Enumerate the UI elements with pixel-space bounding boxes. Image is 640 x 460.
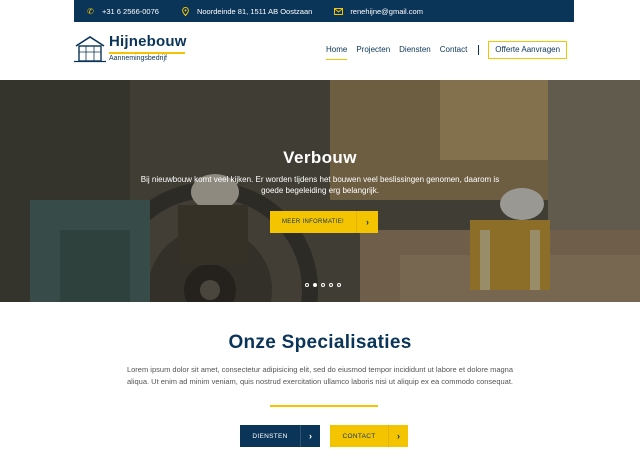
house-logo-icon [74, 36, 106, 63]
address-text: Noordeinde 81, 1511 AB Oostzaan [196, 6, 313, 16]
phone-icon: ✆ [87, 6, 94, 16]
slider-dot-3[interactable] [321, 283, 325, 287]
top-contact-bar: ✆ +31 6 2566-0076 Noordeinde 81, 1511 AB… [0, 0, 640, 22]
email-address[interactable]: renehijne@gmail.com [350, 7, 423, 16]
chevron-right-icon: › [300, 425, 320, 447]
logo-subtitle: Aannemingsbedrijf [109, 55, 167, 62]
nav-contact[interactable]: Contact [440, 41, 468, 59]
map-pin-icon [181, 6, 190, 16]
contact-button-label: CONTACT [342, 432, 376, 440]
section-divider [270, 405, 378, 407]
logo-underline [109, 52, 185, 54]
contact-button[interactable]: CONTACT › [330, 425, 408, 447]
nav-diensten[interactable]: Diensten [399, 41, 431, 59]
email-contact[interactable]: renehijne@gmail.com [334, 7, 423, 16]
address-contact: Noordeinde 81, 1511 AB Oostzaan [181, 6, 313, 16]
main-nav: Home Projecten Diensten Contact Offerte … [326, 41, 568, 60]
section-buttons: DIENSTEN › CONTACT › [240, 425, 418, 447]
phone-number[interactable]: +31 6 2566-0076 [102, 7, 159, 16]
section-title: Onze Specialisaties [228, 332, 412, 353]
nav-projecten[interactable]: Projecten [356, 41, 390, 59]
slider-dot-2[interactable] [313, 283, 317, 287]
slider-dot-1[interactable] [305, 283, 309, 287]
envelope-icon [334, 7, 344, 15]
phone-contact[interactable]: ✆ +31 6 2566-0076 [86, 7, 159, 16]
hero-slider[interactable]: Verbouw Bij nieuwbouw komt veel kijken. … [0, 80, 640, 302]
section-description: Lorem ipsum dolor sit amet, consectetur … [126, 365, 514, 386]
site-header: Hijnebouw Aannemingsbedrijf Home Project… [0, 22, 640, 80]
slider-dot-4[interactable] [329, 283, 333, 287]
slider-dots [305, 283, 345, 287]
chevron-right-icon: › [388, 425, 408, 447]
chevron-right-icon: › [356, 211, 378, 233]
diensten-button[interactable]: DIENSTEN › [240, 425, 320, 447]
hero-description: Bij nieuwbouw komt veel kijken. Er worde… [140, 175, 500, 195]
meer-informatie-button[interactable]: MEER INFORMATIE! › [270, 211, 378, 233]
logo[interactable]: Hijnebouw Aannemingsbedrijf [74, 32, 204, 68]
meer-informatie-label: MEER INFORMATIE! [281, 219, 345, 225]
logo-name: Hijnebouw [109, 33, 187, 50]
hero-title: Verbouw [283, 148, 357, 167]
slider-dot-5[interactable] [337, 283, 341, 287]
nav-home[interactable]: Home [326, 41, 348, 60]
nav-divider [478, 45, 480, 55]
diensten-button-label: DIENSTEN [252, 432, 288, 440]
offerte-aanvragen-button[interactable]: Offerte Aanvragen [488, 41, 568, 59]
top-contact-bar-inner: ✆ +31 6 2566-0076 Noordeinde 81, 1511 AB… [74, 0, 574, 22]
